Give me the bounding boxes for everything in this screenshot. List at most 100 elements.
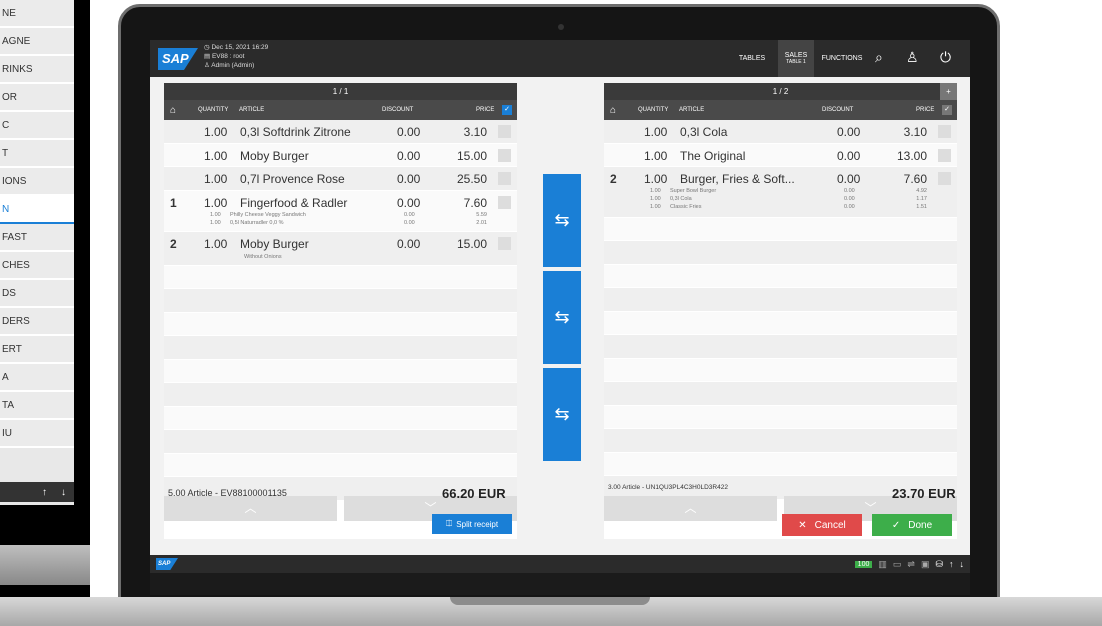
- network-icon: ⇌: [907, 558, 915, 569]
- table-row[interactable]: 2 1.00 Moby Burger 0.00 15.00 Without Onions: [164, 232, 517, 266]
- category-item[interactable]: RINKS: [0, 56, 74, 84]
- sub-article: 0,5l Naturradler 0,0 %: [230, 219, 284, 226]
- row-checkbox[interactable]: [498, 125, 511, 138]
- category-item[interactable]: A: [0, 364, 74, 392]
- category-item[interactable]: NE: [0, 0, 74, 28]
- table-row[interactable]: 1.00 0,3l Softdrink Zitrone 0.00 3.10: [164, 120, 517, 144]
- tab-tables[interactable]: TABLES: [728, 40, 776, 77]
- database-icon[interactable]: ⛁: [935, 559, 943, 570]
- seat-icon: ⌂: [170, 104, 177, 116]
- status-badge: 100: [854, 560, 873, 568]
- empty-row: [604, 217, 957, 241]
- arrow-down-icon[interactable]: ↓: [960, 559, 965, 569]
- empty-row: [604, 264, 957, 288]
- empty-row: [164, 453, 517, 477]
- row-checkbox[interactable]: [938, 148, 951, 162]
- row-price: 7.60: [903, 172, 927, 186]
- row-article: Fingerfood & Radler: [240, 195, 348, 210]
- user-icon[interactable]: ♙: [906, 49, 919, 66]
- table-row[interactable]: 1.00 The Original 0.00 13.00: [604, 143, 957, 167]
- col-article: ARTICLE: [679, 107, 705, 113]
- category-item[interactable]: C: [0, 112, 74, 140]
- category-item[interactable]: CHES: [0, 252, 74, 280]
- row-article: The Original: [680, 148, 746, 163]
- scroll-up-button[interactable]: ︿: [604, 496, 777, 521]
- empty-row: [164, 406, 517, 430]
- col-article: ARTICLE: [239, 107, 265, 113]
- row-checkbox[interactable]: [938, 172, 951, 185]
- session-info: ◷ Dec 15, 2021 16:29 ▤ EV88 : root ♙ Adm…: [204, 43, 268, 70]
- category-item[interactable]: DERS: [0, 308, 74, 336]
- sub-price: 4.92: [916, 188, 927, 194]
- tab-functions-label: FUNCTIONS: [821, 55, 863, 62]
- category-item[interactable]: N: [0, 196, 74, 224]
- empty-row: [604, 429, 957, 453]
- seat-number: 2: [610, 172, 617, 186]
- table-row[interactable]: 2 1.00 Burger, Fries & Soft... 0.00 7.60 1.00…: [604, 167, 957, 218]
- done-button[interactable]: ✓ Done: [872, 514, 952, 536]
- row-discount: 0.00: [837, 125, 861, 139]
- sub-price: 5.59: [476, 211, 487, 218]
- category-item[interactable]: OR: [0, 84, 74, 112]
- app-header: SAP ◷ Dec 15, 2021 16:29 ▤ EV88 : root ♙…: [150, 40, 970, 77]
- category-item[interactable]: IU: [0, 420, 74, 448]
- category-item[interactable]: IONS: [0, 168, 74, 196]
- table-row[interactable]: 1 1.00 Fingerfood & Radler 0.00 7.60 1.00 Phil…: [164, 190, 517, 232]
- empty-row: [604, 382, 957, 406]
- row-checkbox[interactable]: [498, 237, 511, 250]
- background-device: NE AGNE RINKS OR C T IONS N FAST CHES DS DERS ERT A TA…: [0, 0, 90, 600]
- search-icon[interactable]: ⌕: [875, 49, 883, 66]
- scroll-up-button[interactable]: ︿: [164, 496, 337, 521]
- row-discount: 0.00: [397, 237, 421, 251]
- status-bar: SAP 100 ▥ ▭ ⇌ ▣ ⛁ ↑ ↓: [150, 555, 970, 573]
- power-icon[interactable]: ⏻: [940, 49, 951, 66]
- add-button[interactable]: +: [940, 83, 957, 100]
- category-item[interactable]: ERT: [0, 336, 74, 364]
- select-all-checkbox[interactable]: ✓: [942, 105, 952, 115]
- user-label: Admin (Admin): [211, 62, 255, 69]
- background-device-screen: NE AGNE RINKS OR C T IONS N FAST CHES DS DERS ERT A TA…: [0, 0, 74, 505]
- tab-sales-label: SALES: [784, 52, 808, 59]
- row-discount: 0.00: [397, 125, 421, 139]
- sub-article: Super Bowl Burger: [670, 188, 717, 194]
- select-all-checkbox[interactable]: ✓: [502, 105, 512, 115]
- arrow-up-icon[interactable]: ↑: [949, 559, 954, 569]
- category-item[interactable]: AGNE: [0, 28, 74, 56]
- article-summary-right: 3.00 Article - UN1QU3PL4C3H0LD3R422: [608, 484, 728, 491]
- split-receipt-button[interactable]: ⎅ Split receipt: [432, 514, 512, 534]
- row-price: 25.50: [456, 172, 487, 186]
- sub-discount: 0.00: [404, 211, 415, 218]
- table-row[interactable]: 1.00 Moby Burger 0.00 15.00: [164, 143, 517, 167]
- row-quantity: 1.00: [644, 125, 668, 139]
- category-item[interactable]: TA: [0, 392, 74, 420]
- table-row[interactable]: 1.00 0,7l Provence Rose 0.00 25.50: [164, 167, 517, 191]
- row-discount: 0.00: [397, 172, 421, 186]
- row-checkbox[interactable]: [498, 148, 511, 162]
- col-discount: DISCOUNT: [382, 107, 414, 113]
- col-quantity: QUANTITY: [198, 107, 229, 113]
- row-checkbox[interactable]: [498, 172, 511, 185]
- row-article: 0,3l Cola: [680, 125, 728, 139]
- row-discount: 0.00: [397, 195, 421, 210]
- empty-row: [164, 383, 517, 407]
- category-item[interactable]: T: [0, 140, 74, 168]
- article-summary: 5.00 Article - EV88100001135: [168, 488, 287, 498]
- table-row[interactable]: 1.00 0,3l Cola 0.00 3.10: [604, 120, 957, 144]
- camera-icon: [558, 24, 564, 30]
- receipt-panel-left: 1 / 1 ⌂ QUANTITY ARTICLE DISCOUNT PRICE …: [164, 83, 517, 539]
- transfer-star-button[interactable]: ⇆: [543, 271, 581, 364]
- category-item[interactable]: FAST: [0, 224, 74, 252]
- terminal-label: EV88 : root: [211, 53, 245, 60]
- cancel-button[interactable]: ✕ Cancel: [782, 514, 862, 536]
- row-checkbox[interactable]: [498, 195, 511, 209]
- tab-sales[interactable]: SALES TABLE 1: [778, 40, 814, 77]
- row-checkbox[interactable]: [938, 125, 951, 138]
- tab-functions[interactable]: FUNCTIONS: [818, 40, 866, 77]
- transfer-one-button[interactable]: ⇆: [543, 174, 581, 267]
- transfer-all-button[interactable]: ⇆: [543, 368, 581, 461]
- category-item[interactable]: DS: [0, 280, 74, 308]
- seat-icon: ⌂: [610, 104, 617, 116]
- sub-quantity: 1.00: [650, 204, 661, 210]
- printer-icon: ▥: [878, 558, 887, 569]
- receipt-panel-right: 1 / 2 + ⌂ QUANTITY ARTICLE DISCOUNT PRIC…: [604, 83, 957, 539]
